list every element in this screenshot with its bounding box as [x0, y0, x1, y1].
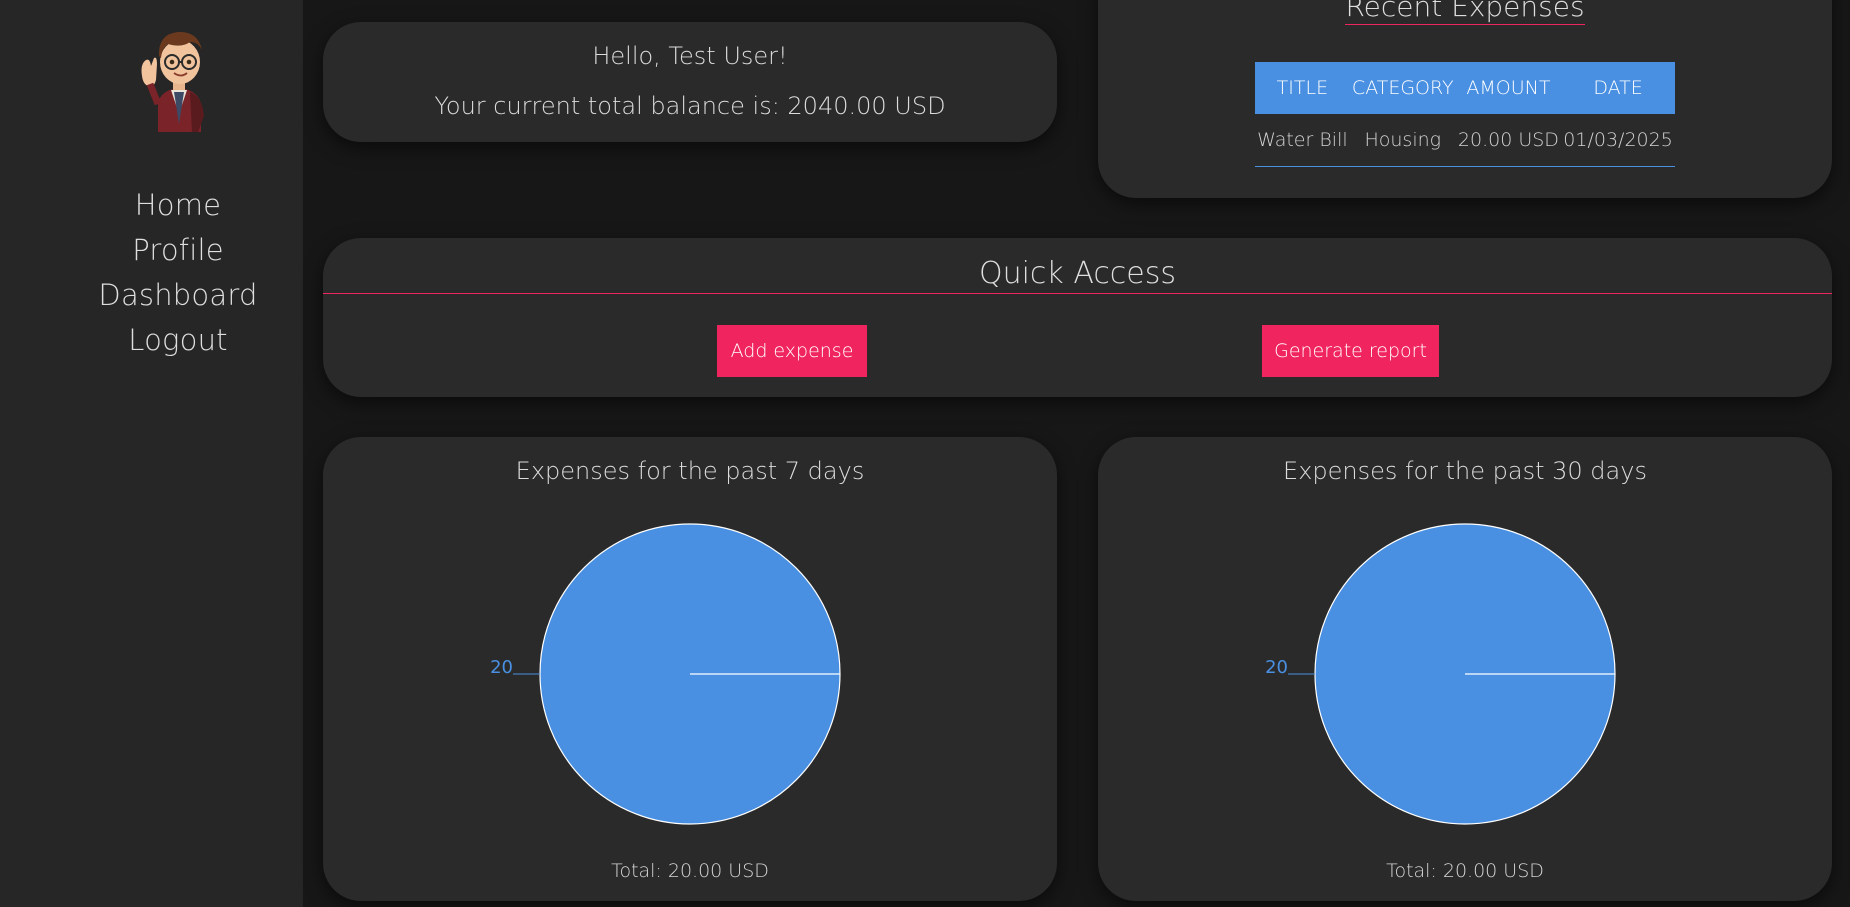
chart-total-7-days: Total: 20.00 USD [611, 860, 769, 882]
chart-card-7-days: Expenses for the past 7 days 20 Total: 2… [323, 437, 1057, 901]
expense-title-cell: Water Bill [1255, 114, 1350, 167]
recent-expenses-title: Recent Expenses [1098, 0, 1832, 25]
table-header-row: TITLE CATEGORY AMOUNT DATE [1255, 62, 1675, 114]
add-expense-button[interactable]: Add expense [717, 325, 867, 377]
expense-date-cell: 01/03/2025 [1561, 114, 1675, 167]
pie-chart-7-days: 20 [490, 523, 841, 825]
expense-category-cell: Housing [1349, 114, 1456, 167]
quick-access-title: Quick Access [978, 256, 1177, 291]
column-header-date: DATE [1561, 62, 1675, 114]
column-header-title: TITLE [1255, 62, 1350, 114]
recent-expenses-table: TITLE CATEGORY AMOUNT DATE Water Bill Ho… [1255, 62, 1675, 167]
pie-chart-30-days: 20 [1265, 523, 1616, 825]
cartoon-user-avatar-icon [141, 31, 204, 132]
chart-total-30-days: Total: 20.00 USD [1386, 860, 1544, 882]
column-header-category: CATEGORY [1349, 62, 1456, 114]
column-header-amount: AMOUNT [1455, 62, 1562, 114]
chart-card-30-days: Expenses for the past 30 days 20 Total: … [1098, 437, 1832, 901]
greeting-card: Hello, Test User! Your current total bal… [323, 22, 1057, 142]
pie-value-label: 20 [1265, 657, 1288, 678]
quick-access-card: Quick Access Add expense Generate report [323, 238, 1832, 397]
recent-expenses-card: Recent Expenses TITLE CATEGORY AMOUNT DA… [1098, 0, 1832, 198]
balance-text: Your current total balance is: 2040.00 U… [434, 92, 946, 120]
sidebar: Home Profile Dashboard Logout [0, 0, 303, 907]
sidebar-nav: Home Profile Dashboard Logout [0, 183, 356, 363]
expense-amount-cell: 20.00 USD [1455, 114, 1562, 167]
table-row: Water Bill Housing 20.00 USD 01/03/2025 [1255, 114, 1675, 167]
generate-report-button[interactable]: Generate report [1262, 325, 1439, 377]
nav-profile-link[interactable]: Profile [0, 228, 356, 273]
recent-expenses-title-text: Recent Expenses [1345, 0, 1585, 25]
nav-dashboard-link[interactable]: Dashboard [0, 273, 356, 318]
pie-value-label: 20 [490, 657, 513, 678]
quick-access-divider [323, 293, 1832, 294]
nav-logout-link[interactable]: Logout [0, 318, 356, 363]
nav-home-link[interactable]: Home [0, 183, 356, 228]
greeting-text: Hello, Test User! [592, 42, 788, 70]
